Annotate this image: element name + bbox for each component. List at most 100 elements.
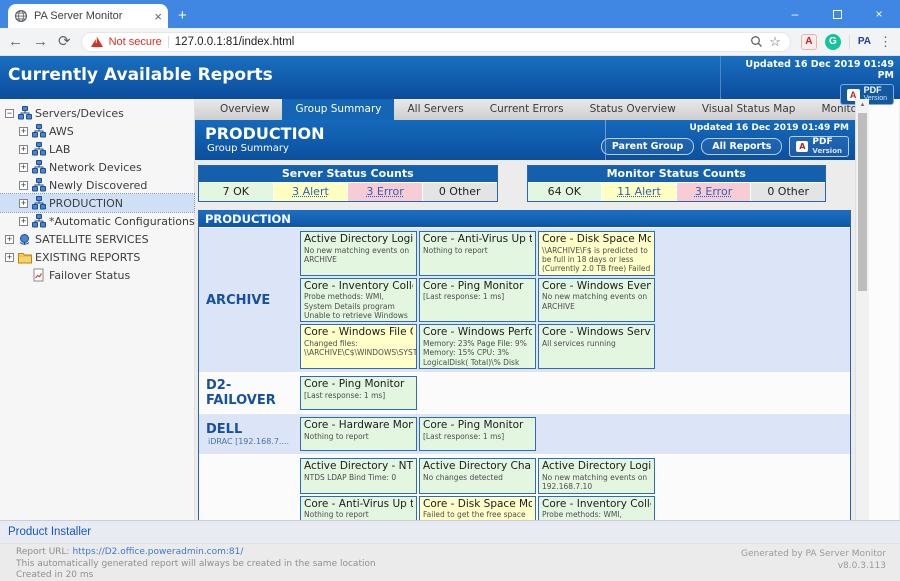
monitor-cell-core-ping-monitor[interactable]: Core - Ping Monitor[Last response: 1 ms] — [419, 417, 536, 451]
sidebar-item-label: *Automatic Configurations — [49, 215, 195, 228]
expand-box-icon[interactable]: + — [19, 127, 28, 136]
monitor-cell-core-inventory-collector[interactable]: Core - Inventory CollectorProbe methods:… — [300, 278, 417, 323]
sidebar-item-automatic-configurations[interactable]: + *Automatic Configurations — [0, 212, 194, 230]
main-panel: OverviewGroup SummaryAll ServersCurrent … — [195, 99, 855, 520]
tab-current-errors[interactable]: Current Errors — [477, 99, 577, 120]
not-secure-warning-icon — [91, 37, 103, 47]
window-minimize-button[interactable]: – — [774, 0, 816, 28]
product-installer-bar: Product Installer — [0, 520, 900, 544]
server-name-cell: DOMAIN2[192.168.... — [199, 455, 299, 520]
window-maximize-button[interactable] — [816, 0, 858, 28]
url-text: 127.0.0.1:81/index.html — [175, 36, 744, 48]
sidebar-item-network-devices[interactable]: +Network Devices — [0, 158, 194, 176]
content-scrollbar[interactable]: ▲ — [855, 99, 869, 520]
sidebar-item-newly-discovered[interactable]: +Newly Discovered — [0, 176, 194, 194]
monitor-detail: [Last response: 1 ms] — [423, 292, 532, 301]
sidebar-item-aws[interactable]: +AWS — [0, 122, 194, 140]
monitor-title: Core - Ping Monitor — [304, 378, 413, 391]
tab-visual-status-map[interactable]: Visual Status Map — [689, 99, 809, 120]
window-close-button[interactable]: × — [858, 0, 900, 28]
status-cell-3-error[interactable]: 3 Error — [347, 183, 422, 201]
sidebar-item-satellite-services[interactable]: +SATELLITE SERVICES — [0, 230, 194, 248]
expand-box-icon[interactable]: + — [19, 145, 28, 154]
back-icon[interactable]: ← — [8, 34, 23, 49]
browser-tab[interactable]: PA Server Monitor × — [8, 4, 168, 28]
satellite-icon — [17, 233, 32, 246]
expand-box-icon[interactable]: + — [5, 235, 14, 244]
bookmark-star-icon[interactable]: ☆ — [769, 34, 781, 50]
zoom-icon[interactable] — [750, 35, 763, 48]
monitor-cell-core-disk-space-monitor[interactable]: Core - Disk Space MonitorFailed to get t… — [419, 496, 536, 521]
sidebar-item-failover-status[interactable]: Failover Status — [0, 266, 194, 284]
monitor-title: Core - Disk Space Monitor — [542, 233, 651, 246]
monitor-cell-core-windows-event-log-erro[interactable]: Core - Windows Event Log Erro...No new m… — [538, 278, 655, 323]
monitor-cell-active-directory-change-monitor[interactable]: Active Directory Change MonitorNo change… — [419, 458, 536, 493]
footer-info: Report URL: https://D2.office.poweradmin… — [0, 544, 900, 581]
monitor-cell-core-inventory-collector[interactable]: Core - Inventory CollectorProbe methods:… — [538, 496, 655, 521]
sidebar-item-lab[interactable]: +LAB — [0, 140, 194, 158]
server-link[interactable]: ARCHIVE — [206, 293, 270, 308]
status-tables: Server Status Counts7 OK3 Alert3 Error0 … — [195, 160, 855, 208]
expand-box-icon[interactable]: + — [19, 217, 28, 226]
network-icon — [31, 142, 46, 156]
server-link[interactable]: D2-FAILOVER — [206, 378, 299, 408]
scrollbar-thumb[interactable] — [858, 113, 867, 291]
parent-group-button[interactable]: Parent Group — [601, 138, 694, 155]
new-tab-button[interactable]: + — [178, 7, 187, 24]
tab-status-overview[interactable]: Status Overview — [577, 99, 689, 120]
tab-all-servers[interactable]: All Servers — [394, 99, 476, 120]
monitor-detail: No changes detected — [423, 473, 532, 482]
extensions-divider — [849, 35, 850, 49]
status-cell-3-error[interactable]: 3 Error — [676, 183, 751, 201]
monitor-cell-core-windows-performance[interactable]: Core - Windows PerformanceMemory: 23% Pa… — [419, 324, 536, 369]
tab-close-icon[interactable]: × — [154, 9, 162, 24]
sidebar-tree: − Servers/Devices +AWS+LAB+Network Devices… — [0, 104, 194, 284]
sidebar-item-servers-devices[interactable]: − Servers/Devices — [0, 104, 194, 122]
status-cell-3-alert[interactable]: 3 Alert — [273, 183, 348, 201]
network-icon — [31, 214, 46, 228]
address-bar[interactable]: Not secure 127.0.0.1:81/index.html ☆ — [81, 32, 791, 52]
monitor-detail: No new matching events on ARCHIVE — [304, 246, 413, 265]
sidebar-item-production[interactable]: +PRODUCTION — [0, 194, 194, 212]
collapse-box-icon[interactable]: − — [5, 109, 14, 118]
monitor-title: Core - Anti-Virus Up to Date — [304, 498, 413, 511]
sidebar-item-label: Servers/Devices — [35, 107, 124, 120]
group-header-right: Updated 16 Dec 2019 01:49 PM Parent Grou… — [605, 120, 855, 160]
expand-box-icon[interactable]: + — [19, 199, 28, 208]
monitor-cell-active-directory-login-monitor[interactable]: Active Directory Login MonitorNo new mat… — [300, 231, 417, 276]
group-pdf-version-button[interactable]: A PDFVersion — [789, 136, 849, 157]
monitor-cell-core-anti-virus-up-to-date[interactable]: Core - Anti-Virus Up to DateNothing to r… — [419, 231, 536, 276]
monitor-cell-active-directory-ntds[interactable]: Active Directory - NTDSNTDS LDAP Bind Ti… — [300, 458, 417, 493]
reload-icon[interactable]: ⟳ — [58, 34, 71, 49]
monitor-cell-core-anti-virus-up-to-date[interactable]: Core - Anti-Virus Up to DateNothing to r… — [300, 496, 417, 521]
monitor-cell-core-windows-service-monitor[interactable]: Core - Windows Service MonitorAll servic… — [538, 324, 655, 369]
tab-group-summary[interactable]: Group Summary — [282, 99, 394, 120]
report-header: Currently Available Reports Updated 16 D… — [0, 56, 900, 99]
pdf-extension-icon[interactable]: A — [801, 34, 817, 50]
product-installer-link[interactable]: Product Installer — [8, 526, 91, 538]
sidebar-item-existing-reports[interactable]: +EXISTING REPORTS — [0, 248, 194, 266]
status-cell-11-alert[interactable]: 11 Alert — [601, 183, 676, 201]
expand-box-icon[interactable]: + — [19, 163, 28, 172]
expand-box-icon[interactable]: + — [5, 253, 14, 262]
monitor-detail: NTDS LDAP Bind Time: 0 — [304, 473, 413, 482]
server-link[interactable]: DELL — [206, 422, 242, 437]
all-reports-button[interactable]: All Reports — [701, 138, 782, 155]
monitor-detail: Probe methods: WMI, System Details progr… — [542, 510, 651, 520]
pa-extension-icon[interactable]: PA — [858, 36, 871, 47]
monitor-cell-core-windows-file-changes[interactable]: Core - Windows File ChangesChanged files… — [300, 324, 417, 369]
monitor-cell-core-ping-monitor[interactable]: Core - Ping Monitor[Last response: 1 ms] — [300, 376, 417, 410]
monitor-cell-core-hardware-monitor[interactable]: Core - Hardware MonitorNothing to report — [300, 417, 417, 451]
grammarly-extension-icon[interactable]: G — [825, 34, 841, 50]
monitor-title: Core - Anti-Virus Up to Date — [423, 233, 532, 246]
browser-menu-icon[interactable]: ⋮ — [879, 34, 892, 50]
table-row-domain2: DOMAIN2[192.168....Active Directory - NT… — [199, 454, 850, 520]
scroll-up-arrow-icon[interactable]: ▲ — [856, 99, 869, 111]
expand-box-icon[interactable]: + — [19, 181, 28, 190]
monitor-cell-core-ping-monitor[interactable]: Core - Ping Monitor[Last response: 1 ms] — [419, 278, 536, 323]
monitor-cell-active-directory-login-monitor[interactable]: Active Directory Login MonitorNo new mat… — [538, 458, 655, 493]
forward-icon[interactable]: → — [33, 34, 48, 49]
monitor-cell-core-disk-space-monitor[interactable]: Core - Disk Space Monitor\\ARCHIVE\F$ is… — [538, 231, 655, 276]
tab-overview[interactable]: Overview — [207, 99, 282, 120]
report-url-link[interactable]: https://D2.office.poweradmin.com:81/ — [72, 547, 243, 557]
